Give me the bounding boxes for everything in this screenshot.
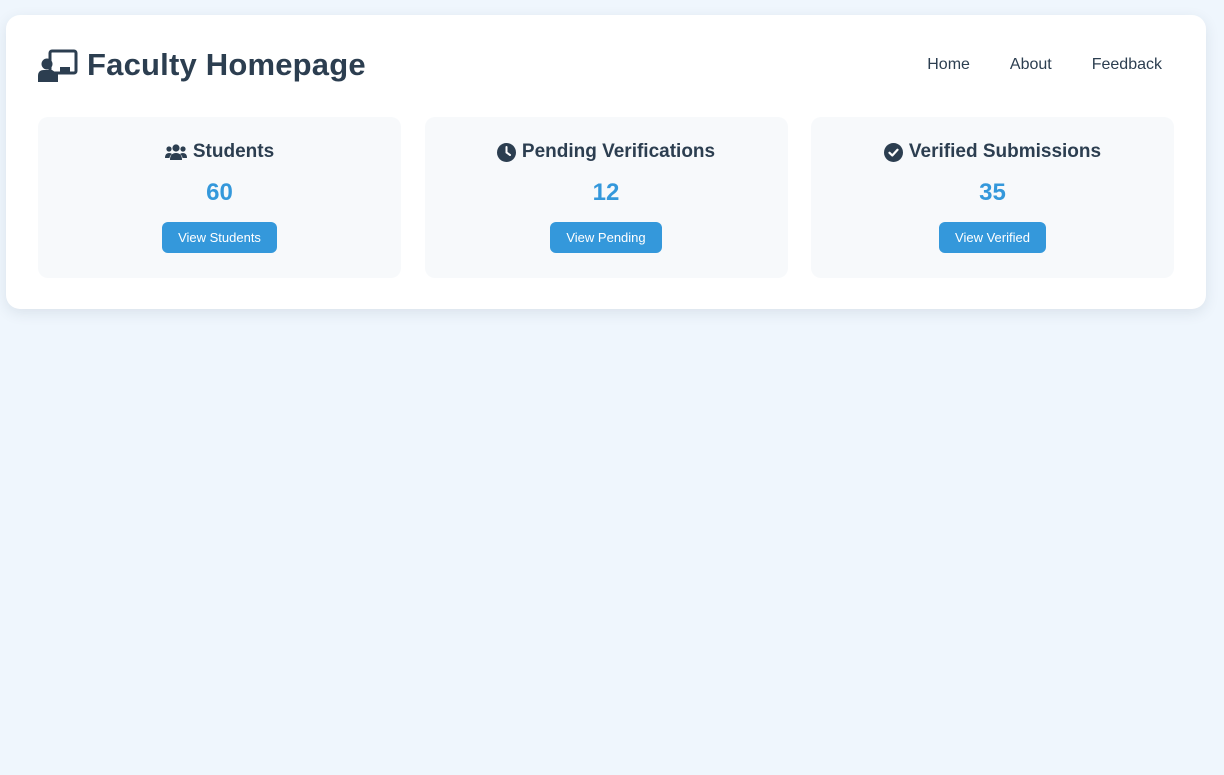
card-title: Students [192,141,275,162]
page-header: Faculty Homepage Home About Feedback [38,47,1174,83]
pending-verifications-card: Pending Verifications 12 View Pending [424,117,788,278]
chalkboard-teacher-icon [38,49,79,82]
view-verified-button[interactable]: View Verified [939,222,1046,253]
nav-home-link[interactable]: Home [927,56,970,74]
users-icon [164,144,187,160]
card-title: Pending Verifications [521,141,716,162]
stats-cards: Students 60 View Students Pending Verifi… [38,117,1174,278]
nav-about-link[interactable]: About [1010,56,1052,74]
verified-count: 35 [979,179,1006,206]
check-circle-icon [883,142,903,162]
page-title: Faculty Homepage [87,47,366,82]
card-header: Pending Verifications [425,140,788,164]
card-title: Verified Submissions [908,141,1102,162]
view-pending-button[interactable]: View Pending [550,222,662,253]
pending-count: 12 [592,179,620,206]
verified-submissions-card: Verified Submissions 35 View Verified [811,117,1174,278]
card-header: Verified Submissions [811,140,1174,164]
students-card: Students 60 View Students [38,117,401,278]
dashboard-panel: Faculty Homepage Home About Feedback Stu… [6,15,1206,309]
nav-feedback-link[interactable]: Feedback [1092,56,1162,74]
brand: Faculty Homepage [38,47,366,83]
students-count: 60 [206,179,233,206]
card-header: Students [38,140,401,164]
top-nav: Home About Feedback [887,56,1162,74]
clock-icon [496,142,516,162]
view-students-button[interactable]: View Students [162,222,277,253]
